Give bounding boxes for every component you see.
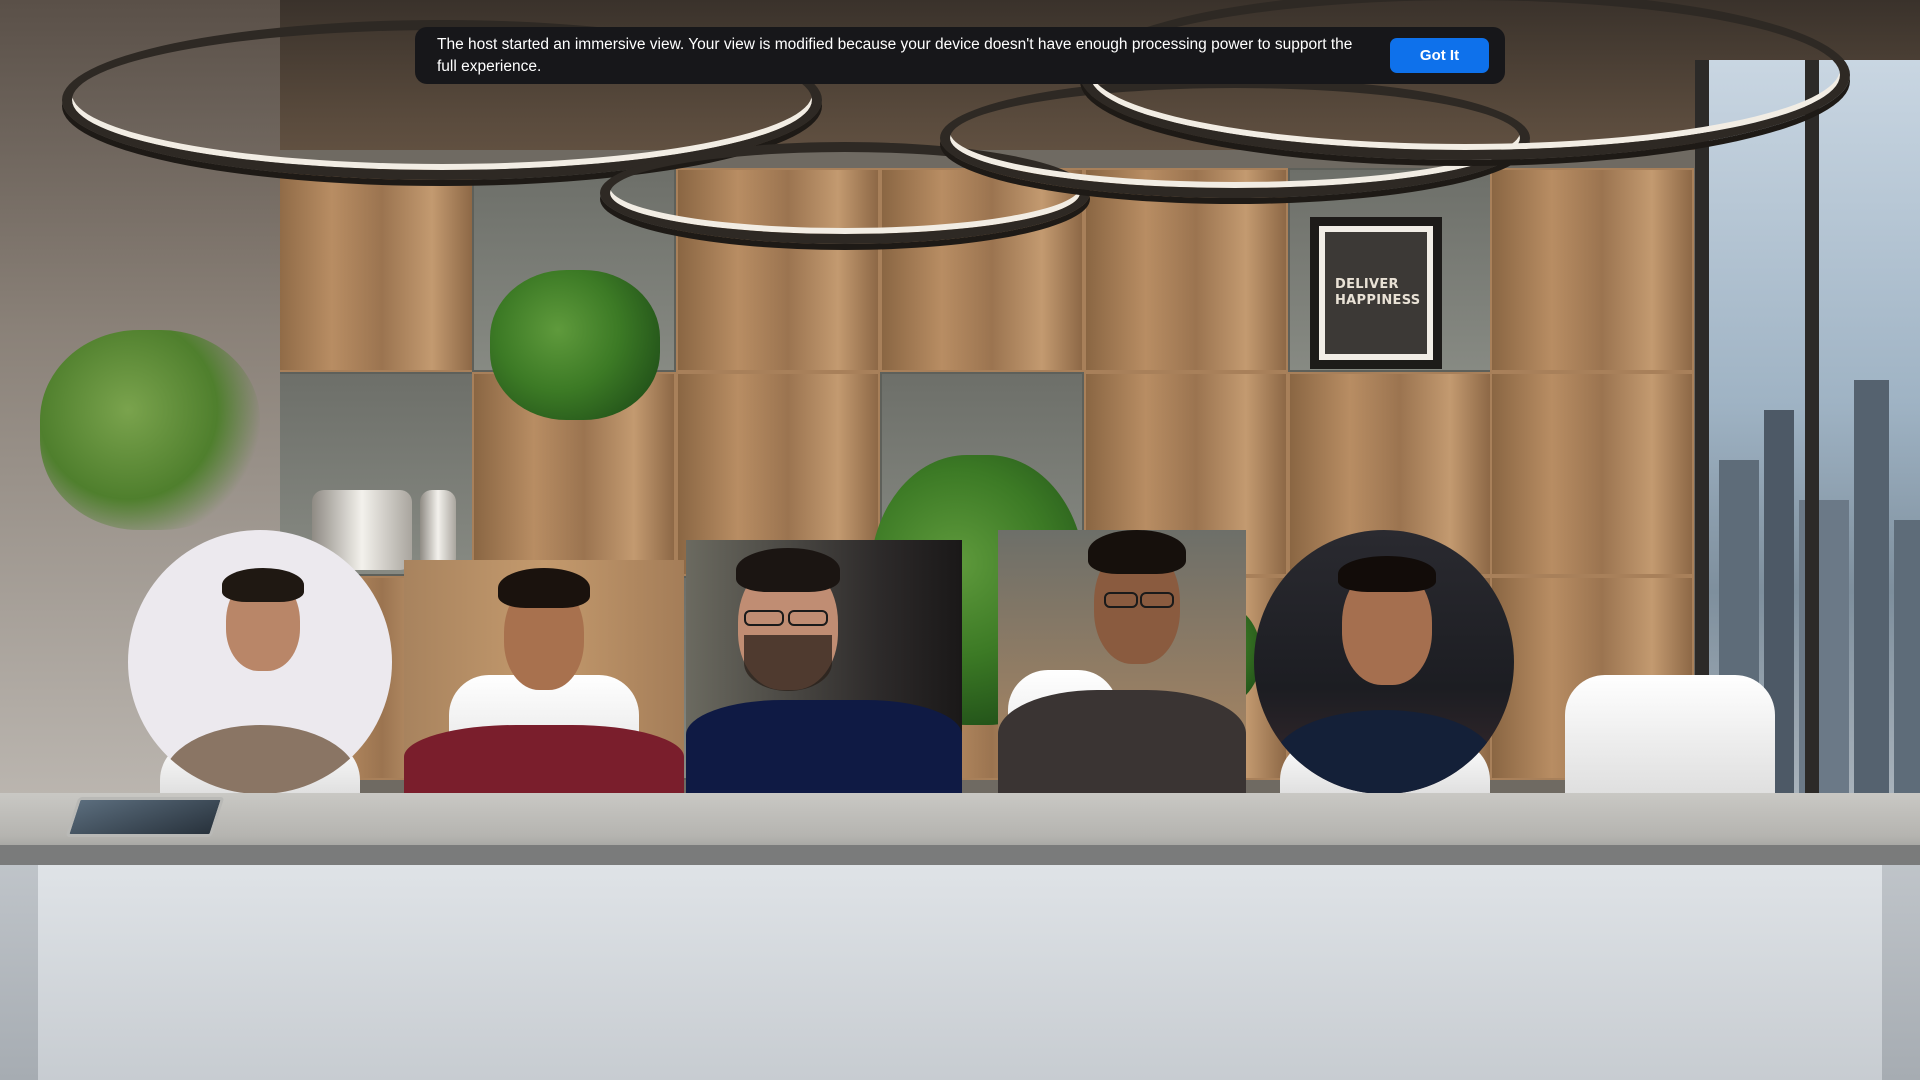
- participant-hair: [736, 548, 840, 592]
- glasses: [1140, 592, 1174, 608]
- empty-chair: [1565, 675, 1775, 805]
- immersive-view-notification: The host started an immersive view. Your…: [415, 27, 1505, 84]
- poster-line-1: DELIVER: [1335, 277, 1399, 292]
- table-front: [0, 865, 1920, 1080]
- hanging-plant: [490, 270, 660, 420]
- wall-poster: DELIVER HAPPINESS: [1310, 217, 1442, 369]
- participant-video-5[interactable]: [1254, 530, 1514, 794]
- participant-body: [998, 690, 1246, 794]
- participant-body: [404, 725, 684, 794]
- palm-plant: [40, 330, 260, 530]
- window-frame: [1805, 60, 1819, 820]
- building: [1894, 520, 1920, 820]
- tablet-device: [65, 797, 225, 837]
- table-edge: [0, 845, 1920, 865]
- participant-hair: [1088, 530, 1186, 574]
- participant-hair: [1338, 556, 1436, 592]
- participant-video-2[interactable]: [404, 560, 684, 794]
- participant-video-4[interactable]: [998, 530, 1246, 794]
- wall-panel: [1490, 168, 1694, 372]
- participant-video-3[interactable]: [686, 540, 962, 794]
- building: [1854, 380, 1889, 820]
- glasses: [744, 610, 784, 626]
- participant-hair: [498, 568, 590, 608]
- participant-body: [686, 700, 962, 794]
- wall-panel: [270, 168, 474, 372]
- participant-beard: [744, 635, 832, 691]
- participant-hair: [222, 568, 304, 602]
- immersive-view-scene: DELIVER HAPPINESS The host started an im…: [0, 0, 1920, 1080]
- got-it-button[interactable]: Got It: [1390, 38, 1489, 73]
- wall-panel: [1084, 168, 1288, 372]
- decor-vase: [420, 490, 456, 570]
- participant-video-1[interactable]: [128, 530, 392, 794]
- wall-panel: [1490, 372, 1694, 576]
- notification-message: The host started an immersive view. Your…: [437, 35, 1353, 75]
- glasses: [788, 610, 828, 626]
- poster-line-2: HAPPINESS: [1335, 293, 1421, 308]
- glasses: [1104, 592, 1138, 608]
